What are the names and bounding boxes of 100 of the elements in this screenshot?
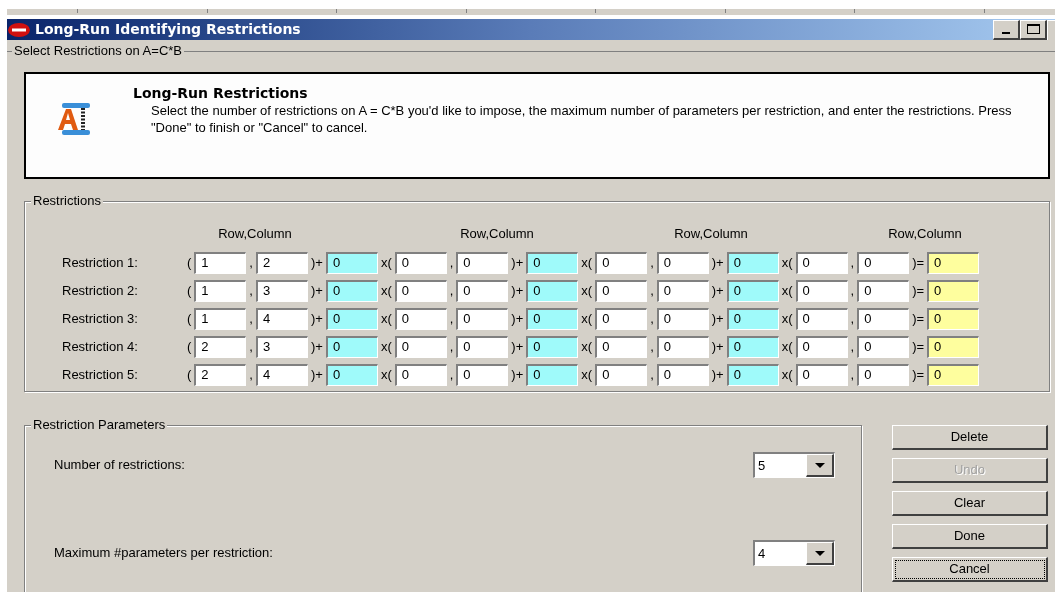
coefficient-field[interactable]: 0	[726, 335, 779, 358]
value-field[interactable]: 0	[927, 363, 980, 386]
input-field[interactable]: 0	[795, 335, 848, 358]
dropdown[interactable]: 4	[753, 540, 835, 566]
value-field[interactable]: 0	[927, 279, 980, 302]
operator-text: x(	[580, 337, 594, 356]
dropdown[interactable]: 5	[753, 452, 835, 478]
dialog-button[interactable]: Clear	[892, 491, 1048, 516]
input-field[interactable]: 0	[394, 251, 447, 274]
operator-text: )=	[911, 281, 926, 300]
operator-text: x(	[780, 337, 794, 356]
input-field[interactable]: 1	[194, 251, 247, 274]
input-field[interactable]: 0	[656, 279, 709, 302]
value-field[interactable]: 0	[927, 335, 980, 358]
row-label: Restriction 4:	[62, 337, 139, 356]
input-field[interactable]: 0	[394, 279, 447, 302]
coefficient-field[interactable]: 0	[726, 251, 779, 274]
input-field[interactable]: 0	[795, 251, 848, 274]
input-field[interactable]: 0	[394, 363, 447, 386]
coefficient-field[interactable]: 0	[526, 251, 579, 274]
operator-text: ,	[849, 253, 856, 272]
operator-text: )+	[710, 253, 725, 272]
row-label: Restriction 1:	[62, 253, 139, 272]
operator-text: (	[186, 253, 193, 272]
input-field[interactable]: 0	[857, 363, 910, 386]
operator-text: ,	[248, 309, 254, 328]
input-field[interactable]: 4	[255, 363, 308, 386]
input-field[interactable]: 0	[595, 279, 648, 302]
dialog-button[interactable]: Cancel	[892, 557, 1048, 582]
value-field[interactable]: 0	[927, 307, 980, 330]
operator-text: ,	[649, 365, 655, 384]
operator-text: (	[186, 281, 193, 300]
input-field[interactable]: 0	[456, 251, 509, 274]
row-label: Restriction 2:	[62, 281, 139, 300]
dialog-button[interactable]: Delete	[892, 425, 1048, 450]
operator-text: x(	[780, 309, 794, 328]
column-header: Row,Column	[459, 225, 535, 243]
input-field[interactable]: 4	[255, 307, 308, 330]
operator-text: x(	[379, 309, 393, 328]
coefficient-field[interactable]: 0	[325, 363, 378, 386]
field-label: Maximum #parameters per restriction:	[54, 544, 273, 563]
input-field[interactable]: 0	[595, 307, 648, 330]
coefficient-field[interactable]: 0	[526, 307, 579, 330]
operator-text: (	[186, 309, 193, 328]
coefficient-field[interactable]: 0	[325, 279, 378, 302]
input-field[interactable]: 2	[194, 363, 247, 386]
operator-text: )+	[309, 281, 324, 300]
input-field[interactable]: 0	[795, 363, 848, 386]
operator-text: ,	[248, 281, 254, 300]
coefficient-field[interactable]: 0	[325, 335, 378, 358]
coefficient-field[interactable]: 0	[726, 279, 779, 302]
operator-text: ,	[248, 253, 254, 272]
input-field[interactable]: 0	[394, 335, 447, 358]
input-field[interactable]: 0	[595, 335, 648, 358]
operator-text: )+	[510, 365, 525, 384]
input-field[interactable]: 0	[656, 335, 709, 358]
coefficient-field[interactable]: 0	[726, 307, 779, 330]
input-field[interactable]: 0	[795, 279, 848, 302]
operator-text: )+	[309, 365, 324, 384]
input-field[interactable]: 0	[456, 279, 509, 302]
coefficient-field[interactable]: 0	[526, 363, 579, 386]
input-field[interactable]: 0	[456, 335, 509, 358]
coefficient-field[interactable]: 0	[325, 307, 378, 330]
input-field[interactable]: 0	[857, 335, 910, 358]
input-field[interactable]: 3	[255, 279, 308, 302]
operator-text: )+	[510, 309, 525, 328]
input-field[interactable]: 0	[656, 307, 709, 330]
value-field[interactable]: 0	[927, 251, 980, 274]
input-field[interactable]: 1	[194, 307, 247, 330]
input-field[interactable]: 0	[456, 307, 509, 330]
coefficient-field[interactable]: 0	[526, 279, 579, 302]
input-field[interactable]: 0	[656, 251, 709, 274]
coefficient-field[interactable]: 0	[526, 335, 579, 358]
operator-text: )+	[710, 281, 725, 300]
input-field[interactable]: 0	[795, 307, 848, 330]
operator-text: ,	[448, 281, 455, 300]
input-field[interactable]: 0	[595, 251, 648, 274]
input-field[interactable]: 0	[857, 307, 910, 330]
operator-text: )=	[911, 365, 926, 384]
operator-text: (	[186, 337, 193, 356]
input-field[interactable]: 0	[595, 363, 648, 386]
input-field[interactable]: 0	[857, 251, 910, 274]
input-field[interactable]: 3	[255, 335, 308, 358]
minimize-button[interactable]	[993, 19, 1020, 40]
operator-text: ,	[849, 281, 856, 300]
maximize-button[interactable]	[1020, 19, 1047, 40]
input-field[interactable]: 2	[194, 335, 247, 358]
dropdown-arrow-icon	[814, 462, 825, 468]
coefficient-field[interactable]: 0	[726, 363, 779, 386]
coefficient-field[interactable]: 0	[325, 251, 378, 274]
lips-icon	[7, 21, 31, 38]
window-title: Long-Run Identifying Restrictions	[35, 20, 301, 39]
dialog-button[interactable]: Done	[892, 524, 1048, 549]
input-field[interactable]: 0	[394, 307, 447, 330]
input-field[interactable]: 0	[456, 363, 509, 386]
operator-text: x(	[580, 281, 594, 300]
input-field[interactable]: 0	[656, 363, 709, 386]
input-field[interactable]: 0	[857, 279, 910, 302]
input-field[interactable]: 1	[194, 279, 247, 302]
input-field[interactable]: 2	[255, 251, 308, 274]
